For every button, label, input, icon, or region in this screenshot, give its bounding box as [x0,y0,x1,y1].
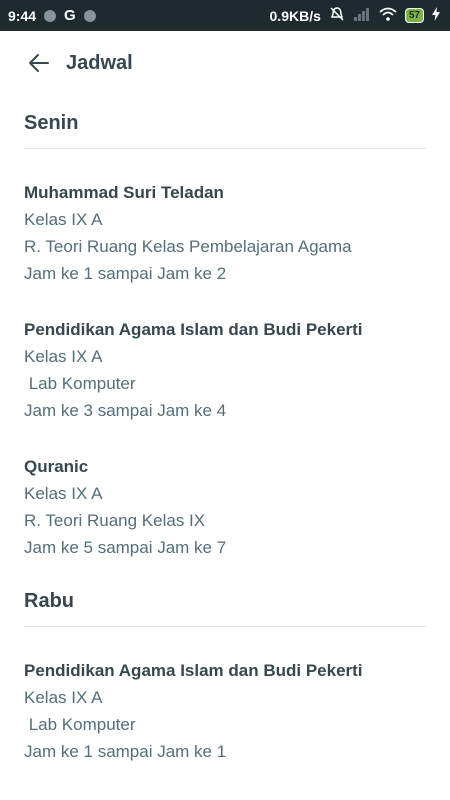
schedule-entry[interactable]: Pendidikan Agama Islam dan Budi Pekerti … [24,657,426,765]
dot-icon [83,9,96,22]
wifi-icon [379,7,397,24]
status-time: 9:44 [8,7,37,24]
divider [24,626,426,627]
schedule-entry[interactable]: Pendidikan Agama Islam dan Budi Pekerti … [24,316,426,424]
class-name: Kelas IX A [24,347,103,366]
period-range: Jam ke 3 sampai Jam ke 4 [24,401,227,420]
network-speed: 0.9KB/s [269,7,321,24]
schedule-entry[interactable]: Quranic Kelas IX A R. Teori Ruang Kelas … [24,453,426,561]
day-header: Senin [24,112,79,134]
google-icon: G [64,7,76,24]
room-name: R. Teori Ruang Kelas Pembelajaran Agama [24,237,352,256]
schedule-list: Senin Muhammad Suri Teladan Kelas IX A R… [0,95,450,765]
dot-icon [44,9,57,22]
divider [24,148,426,149]
subject-name: Pendidikan Agama Islam dan Budi Pekerti [24,320,363,339]
status-bar: 9:44 G 0.9KB/s 57 [0,0,450,31]
app-bar: Jadwal [0,31,450,95]
charging-icon [432,7,440,24]
subject-name: Muhammad Suri Teladan [24,183,224,202]
period-range: Jam ke 1 sampai Jam ke 2 [24,264,227,283]
signal-icon [353,7,371,24]
mute-icon [329,6,345,25]
status-bar-left: 9:44 G [8,7,96,24]
page-title: Jadwal [66,51,133,74]
room-name: Lab Komputer [24,374,136,393]
period-range: Jam ke 5 sampai Jam ke 7 [24,538,227,557]
back-button[interactable] [24,48,54,78]
room-name: Lab Komputer [24,715,136,734]
arrow-left-icon [29,54,49,72]
day-section-rabu: Rabu Pendidikan Agama Islam dan Budi Pek… [24,590,426,765]
subject-name: Pendidikan Agama Islam dan Budi Pekerti [24,661,363,680]
period-range: Jam ke 1 sampai Jam ke 1 [24,742,227,761]
schedule-entry[interactable]: Muhammad Suri Teladan Kelas IX A R. Teor… [24,179,426,287]
status-bar-right: 0.9KB/s 57 [270,6,440,25]
day-header: Rabu [24,590,74,612]
class-name: Kelas IX A [24,210,103,229]
class-name: Kelas IX A [24,484,103,503]
day-section-senin: Senin Muhammad Suri Teladan Kelas IX A R… [24,95,426,561]
class-name: Kelas IX A [24,688,103,707]
room-name: R. Teori Ruang Kelas IX [24,511,206,530]
battery-icon: 57 [404,8,424,23]
subject-name: Quranic [24,457,89,476]
